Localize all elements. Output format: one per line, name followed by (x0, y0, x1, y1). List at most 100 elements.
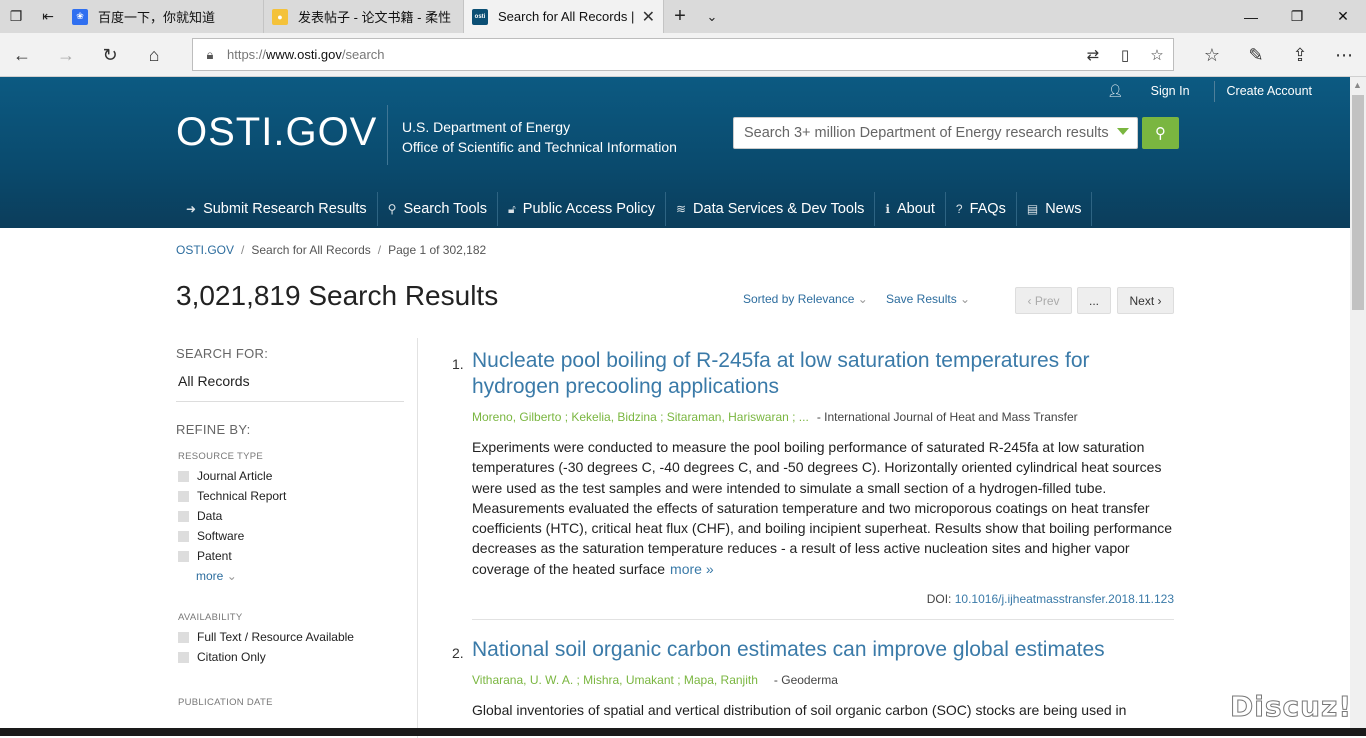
authors-links[interactable]: Vitharana, U. W. A. ; Mishra, Umakant ; … (472, 673, 758, 687)
result-journal: - International Journal of Heat and Mass… (816, 410, 1078, 424)
url-text[interactable]: https://www.osti.gov/search (227, 47, 1077, 62)
nav-news[interactable]: ▤ News (1017, 192, 1093, 226)
browser-tab-strip: ❐ ⇤ ❀ 百度一下，你就知道 ● 发表帖子 - 论文书籍 - 柔性 osti … (0, 0, 1366, 33)
nav-data-services[interactable]: ≋ Data Services & Dev Tools (666, 192, 876, 226)
department-info: U.S. Department of Energy Office of Scie… (402, 117, 677, 157)
logo-divider (387, 105, 388, 165)
browser-tab-forum[interactable]: ● 发表帖子 - 论文书籍 - 柔性 (264, 0, 464, 33)
close-tab-icon[interactable]: ✕ (642, 7, 655, 27)
nav-faqs[interactable]: ? FAQs (946, 192, 1017, 226)
result-divider (472, 619, 1174, 621)
result-item: 1. Nucleate pool boiling of R-245fa at l… (452, 348, 1174, 621)
result-number: 2. (452, 645, 464, 662)
results-list: 1. Nucleate pool boiling of R-245fa at l… (452, 348, 1174, 720)
address-bar[interactable]: 🔒︎ https://www.osti.gov/search ⇄ ▯ ☆ (192, 38, 1174, 71)
search-for-label: SEARCH FOR: (176, 346, 269, 361)
refine-by-label: REFINE BY: (176, 422, 251, 437)
dept-line1: U.S. Department of Energy (402, 119, 571, 135)
abstract-more-link[interactable]: more » (670, 561, 714, 577)
chevron-down-icon: ⌄ (226, 569, 237, 583)
result-abstract: Global inventories of spatial and vertic… (472, 702, 1127, 719)
search-dropdown-icon[interactable] (1117, 128, 1129, 135)
tab-manager-icon[interactable]: ❐ (0, 0, 32, 33)
sort-dropdown[interactable]: Sorted by Relevance ⌄ (743, 292, 868, 306)
nav-public-access[interactable]: 🔓︎ Public Access Policy (498, 192, 666, 226)
prev-page-button[interactable]: ‹ Prev (1015, 287, 1072, 314)
breadcrumb-page: Page 1 of 302,182 (388, 243, 487, 257)
reading-view-icon[interactable]: ▯ (1109, 46, 1141, 64)
back-icon[interactable]: ← (2, 33, 42, 77)
facet-technical-report[interactable]: Technical Report (178, 486, 417, 506)
tab-preview-chevron-icon[interactable]: ⌄ (696, 0, 728, 33)
share-icon[interactable]: ⇪ (1280, 33, 1320, 77)
save-results-dropdown[interactable]: Save Results ⌄ (886, 292, 970, 306)
nav-about[interactable]: ℹ About (875, 192, 946, 226)
favorite-star-icon[interactable]: ☆ (1141, 46, 1173, 64)
facet-patent[interactable]: Patent (178, 546, 417, 566)
info-icon: ℹ (885, 202, 890, 216)
breadcrumb-home[interactable]: OSTI.GOV (176, 243, 234, 257)
next-page-button[interactable]: Next › (1117, 287, 1174, 314)
more-resource-types-link[interactable]: more ⌄ (196, 566, 417, 586)
window-controls: — ❐ ✕ (1228, 0, 1366, 33)
site-search-input[interactable]: Search 3+ million Department of Energy r… (733, 117, 1138, 149)
page-jump-button[interactable]: ... (1077, 287, 1111, 314)
checkbox[interactable] (178, 470, 189, 482)
browser-tab-osti[interactable]: osti Search for All Records | ✕ (464, 0, 664, 33)
unlock-icon: 🔓︎ (508, 201, 516, 216)
minimize-icon[interactable]: — (1228, 0, 1274, 33)
resource-type-label: RESOURCE TYPE (178, 451, 264, 462)
new-tab-button[interactable]: + (664, 0, 696, 33)
search-placeholder: Search 3+ million Department of Energy r… (744, 125, 1109, 141)
search-button[interactable]: ⚲ (1142, 117, 1179, 149)
facet-data[interactable]: Data (178, 506, 417, 526)
scrollbar-thumb[interactable] (1352, 95, 1364, 310)
facet-full-text[interactable]: Full Text / Resource Available (178, 627, 417, 647)
translate-icon[interactable]: ⇄ (1077, 46, 1109, 64)
breadcrumb: OSTI.GOV / Search for All Records / Page 1 o… (176, 243, 487, 257)
browser-toolbar: ← → ↻ ⌂ 🔒︎ https://www.osti.gov/search ⇄… (0, 33, 1366, 77)
os-taskbar (0, 728, 1366, 736)
close-window-icon[interactable]: ✕ (1320, 0, 1366, 33)
chevron-down-icon: ⌄ (960, 292, 971, 306)
question-icon: ? (955, 202, 963, 216)
page-content: OSTI.GOV / Search for All Records / Page 1 o… (0, 228, 1350, 738)
site-logo[interactable]: OSTI.GOV (176, 110, 377, 155)
site-header: 👤︎ Sign In Create Account OSTI.GOV U.S. … (0, 77, 1350, 228)
doi-link[interactable]: 10.1016/j.ijheatmasstransfer.2018.11.123 (955, 592, 1174, 606)
checkbox[interactable] (178, 510, 189, 522)
checkbox[interactable] (178, 490, 189, 502)
result-title-link[interactable]: Nucleate pool boiling of R-245fa at low … (472, 348, 1174, 400)
create-account-link[interactable]: Create Account (1213, 81, 1324, 102)
favorites-list-icon[interactable]: ☆ (1192, 33, 1232, 77)
result-authors: Moreno, Gilberto ; Kekelia, Bidzina ; Si… (472, 410, 1174, 424)
home-icon[interactable]: ⌂ (134, 33, 174, 77)
search-for-value: All Records (178, 373, 250, 389)
checkbox[interactable] (178, 550, 189, 562)
refresh-icon[interactable]: ↻ (90, 33, 130, 77)
checkbox[interactable] (178, 530, 189, 542)
set-aside-tabs-icon[interactable]: ⇤ (32, 0, 64, 33)
result-authors: Vitharana, U. W. A. ; Mishra, Umakant ; … (472, 673, 1174, 687)
authors-links[interactable]: Moreno, Gilberto ; Kekelia, Bidzina ; Si… (472, 410, 809, 424)
facet-journal-article[interactable]: Journal Article (178, 466, 417, 486)
result-title-link[interactable]: National soil organic carbon estimates c… (472, 637, 1174, 663)
search-icon: ⚲ (387, 202, 397, 216)
tab-title: Search for All Records | (498, 9, 635, 24)
restore-icon[interactable]: ❐ (1274, 0, 1320, 33)
sign-in-link[interactable]: 👤︎ Sign In (1083, 81, 1213, 102)
nav-search-tools[interactable]: ⚲ Search Tools (378, 192, 499, 226)
checkbox[interactable] (178, 631, 189, 643)
facet-software[interactable]: Software (178, 526, 417, 546)
scroll-up-icon[interactable]: ▲ (1353, 80, 1362, 90)
forward-icon[interactable]: → (46, 33, 86, 77)
page-scrollbar[interactable]: ▲ (1350, 77, 1366, 736)
nav-submit-research[interactable]: ➜ Submit Research Results (176, 192, 378, 226)
more-menu-icon[interactable]: ⋯ (1324, 33, 1364, 77)
lock-icon: 🔒︎ (206, 46, 214, 62)
checkbox[interactable] (178, 651, 189, 663)
facet-citation-only[interactable]: Citation Only (178, 647, 417, 667)
pen-icon[interactable]: ✎ (1236, 33, 1276, 77)
watermark: Discuz! (1229, 690, 1353, 724)
browser-tab-baidu[interactable]: ❀ 百度一下，你就知道 (64, 0, 264, 33)
